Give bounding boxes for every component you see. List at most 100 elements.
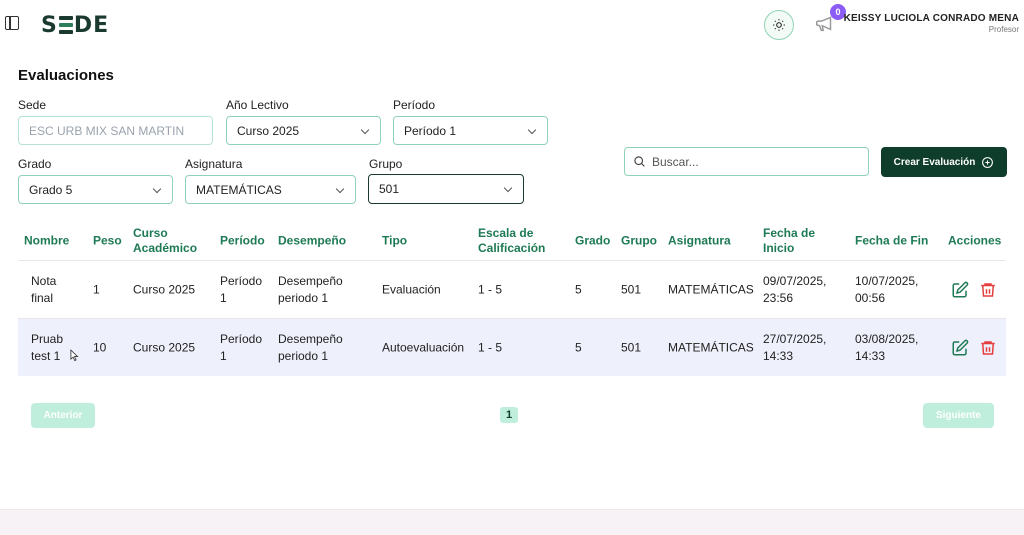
cell-desempeno: Desempeño periodo 1 (278, 331, 343, 365)
cell-tipo: Autoevaluación (382, 340, 465, 354)
theme-toggle-button[interactable] (764, 10, 794, 40)
asignatura-select[interactable]: MATEMÁTICAS (185, 175, 356, 204)
sede-label: Sede (18, 98, 47, 112)
col-escala-line2: Calificación (478, 241, 546, 255)
cell-periodo-line2: 1 (220, 290, 227, 305)
grado-select[interactable]: Grado 5 (18, 175, 173, 204)
cell-desempeno: Desempeño periodo 1 (278, 273, 343, 307)
cell-nombre: Nota final (31, 273, 56, 307)
cell-inicio-line1: 27/07/2025, (763, 331, 827, 346)
grupo-select[interactable]: 501 (368, 174, 524, 204)
col-acciones: Acciones (948, 233, 1002, 248)
cell-tipo: Evaluación (382, 282, 441, 296)
cell-desempeno-line1: Desempeño (278, 331, 343, 346)
evaluations-table: Nombre Peso Curso Académico Período Desem… (18, 222, 1006, 376)
col-inicio-line1: Fecha de (763, 226, 816, 240)
cell-periodo-line1: Período (220, 273, 263, 288)
logo: S DE (41, 12, 110, 38)
cell-nombre-line2: final (31, 290, 54, 305)
anio-select[interactable]: Curso 2025 (226, 116, 381, 145)
cell-fin: 03/08/2025, 14:33 (855, 331, 918, 365)
cell-escala: 1 - 5 (478, 340, 503, 354)
col-grado: Grado (575, 233, 611, 248)
search-box[interactable] (624, 147, 869, 176)
cell-nombre: Pruab test 1 (31, 331, 63, 365)
cell-nombre-line1: Nota (31, 273, 57, 288)
edit-icon[interactable] (951, 281, 969, 299)
cell-inicio-line2: 23:56 (763, 290, 794, 305)
cell-grado: 5 (575, 340, 582, 354)
grupo-label: Grupo (369, 157, 403, 171)
edit-icon[interactable] (951, 339, 969, 357)
create-evaluation-button[interactable]: Crear Evaluación (881, 147, 1007, 177)
search-input[interactable] (652, 154, 852, 169)
sun-icon (773, 19, 785, 31)
col-desempeno: Desempeño (278, 233, 347, 248)
chevron-down-icon (527, 125, 537, 135)
col-asignatura: Asignatura (668, 233, 731, 248)
cell-desempeno-line2: periodo 1 (278, 290, 329, 305)
cell-grado: 5 (575, 282, 582, 296)
sede-field: ESC URB MIX SAN MARTIN (18, 116, 213, 145)
cell-fin-line2: 00:56 (855, 290, 886, 305)
cell-fin-line1: 10/07/2025, (855, 273, 919, 288)
col-fin: Fecha de Fin (855, 233, 929, 248)
search-icon (634, 156, 645, 167)
asignatura-label: Asignatura (185, 157, 243, 171)
cell-fin-line1: 03/08/2025, (855, 331, 919, 346)
col-escala-line1: Escala de (478, 226, 534, 240)
chevron-down-icon (360, 125, 370, 135)
grupo-value: 501 (379, 182, 400, 196)
anio-label: Año Lectivo (226, 98, 289, 112)
grado-label: Grado (18, 157, 52, 171)
user-role: Profesor (988, 25, 1019, 34)
cell-asignatura: MATEMÁTICAS (668, 340, 754, 354)
col-curso-line1: Curso (133, 226, 168, 240)
cell-periodo-line1: Período (220, 331, 263, 346)
col-inicio: Fecha de Inicio (763, 226, 815, 256)
cell-desempeno-line1: Desempeño (278, 273, 343, 288)
cell-inicio-line2: 14:33 (763, 348, 794, 363)
cell-desempeno-line2: periodo 1 (278, 348, 329, 363)
cell-grupo: 501 (621, 340, 642, 354)
col-curso: Curso Académico (133, 226, 197, 256)
user-name[interactable]: KEISSY LUCIOLA CONRADO MENA (844, 13, 1019, 24)
table-header: Nombre Peso Curso Académico Período Desem… (18, 222, 1006, 260)
anio-value: Curso 2025 (237, 123, 300, 138)
page-title: Evaluaciones (18, 67, 114, 84)
cell-fin: 10/07/2025, 00:56 (855, 273, 918, 307)
create-evaluation-label: Crear Evaluación (893, 156, 976, 168)
cell-periodo-line2: 1 (220, 348, 227, 363)
table-row: Pruab test 1 10 Curso 2025 Período 1 Desem… (18, 318, 1006, 376)
col-nombre: Nombre (24, 233, 70, 248)
col-grupo: Grupo (621, 233, 657, 248)
trash-icon[interactable] (979, 281, 997, 299)
chevron-down-icon (503, 183, 513, 193)
col-tipo: Tipo (382, 233, 408, 248)
sidebar-toggle-icon[interactable] (5, 16, 19, 30)
previous-page-button[interactable]: Anterior (31, 403, 95, 428)
next-page-button[interactable]: Siguiente (923, 403, 994, 428)
periodo-select[interactable]: Período 1 (393, 116, 548, 145)
cell-curso: Curso 2025 (133, 282, 196, 296)
asignatura-value: MATEMÁTICAS (196, 182, 282, 197)
cell-periodo: Período 1 (220, 331, 262, 365)
periodo-value: Período 1 (404, 123, 457, 138)
grado-value: Grado 5 (29, 182, 73, 197)
cell-nombre-line1: Pruab (31, 331, 64, 346)
trash-icon[interactable] (979, 339, 997, 357)
chevron-down-icon (152, 184, 162, 194)
cell-periodo: Período 1 (220, 273, 262, 307)
cell-escala: 1 - 5 (478, 282, 503, 296)
col-inicio-line2: Inicio (763, 241, 795, 255)
chevron-down-icon (335, 184, 345, 194)
top-bar: S DE 0 KEISSY LUCIOLA CONRADO MENA Profes… (0, 0, 1024, 50)
col-peso: Peso (93, 233, 122, 248)
periodo-label: Período (393, 98, 436, 112)
col-periodo: Período (220, 233, 265, 248)
cell-nombre-line2: test 1 (31, 348, 61, 363)
plus-circle-icon (982, 156, 994, 168)
col-curso-line2: Académico (133, 241, 198, 255)
cell-asignatura: MATEMÁTICAS (668, 282, 754, 296)
current-page-indicator[interactable]: 1 (500, 407, 518, 423)
